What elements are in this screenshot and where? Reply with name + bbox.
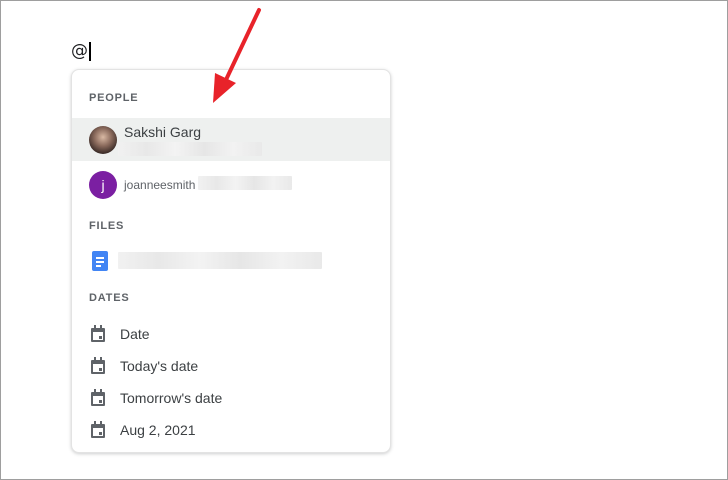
person-item-sakshi-garg[interactable]: Sakshi Garg bbox=[72, 118, 390, 161]
people-section-header: PEOPLE bbox=[89, 92, 139, 104]
google-docs-icon bbox=[92, 251, 108, 271]
files-section-header: FILES bbox=[89, 220, 125, 232]
calendar-icon bbox=[91, 389, 105, 406]
date-label: Tomorrow's date bbox=[120, 390, 223, 406]
person-letter-avatar: j bbox=[89, 171, 117, 199]
date-item-tomorrows-date[interactable]: Tomorrow's date bbox=[72, 382, 390, 414]
text-cursor bbox=[89, 41, 91, 61]
person-item-joanneesmith[interactable]: j joanneesmith bbox=[72, 165, 390, 205]
person-email: joanneesmith bbox=[124, 178, 196, 192]
redacted-email bbox=[118, 142, 262, 156]
date-item-todays-date[interactable]: Today's date bbox=[72, 350, 390, 382]
calendar-icon bbox=[91, 421, 105, 438]
person-name: Sakshi Garg bbox=[124, 124, 202, 140]
calendar-icon bbox=[91, 357, 105, 374]
smart-chips-menu: PEOPLE Sakshi Garg j joanneesmith FILES … bbox=[71, 69, 391, 453]
date-item-specific-date[interactable]: Aug 2, 2021 bbox=[72, 414, 390, 446]
dates-section-header: DATES bbox=[89, 292, 130, 304]
date-item-date[interactable]: Date bbox=[72, 318, 390, 350]
calendar-icon bbox=[91, 325, 105, 342]
redacted-file-name bbox=[118, 252, 322, 269]
person-photo-avatar-icon bbox=[89, 126, 117, 154]
typed-at-symbol: @ bbox=[71, 41, 88, 61]
date-label: Today's date bbox=[120, 358, 199, 374]
document-text-line[interactable]: @ bbox=[71, 40, 91, 62]
date-label: Aug 2, 2021 bbox=[120, 422, 196, 438]
redacted-email-rest bbox=[198, 176, 292, 190]
file-item[interactable] bbox=[72, 242, 390, 278]
date-label: Date bbox=[120, 326, 150, 342]
